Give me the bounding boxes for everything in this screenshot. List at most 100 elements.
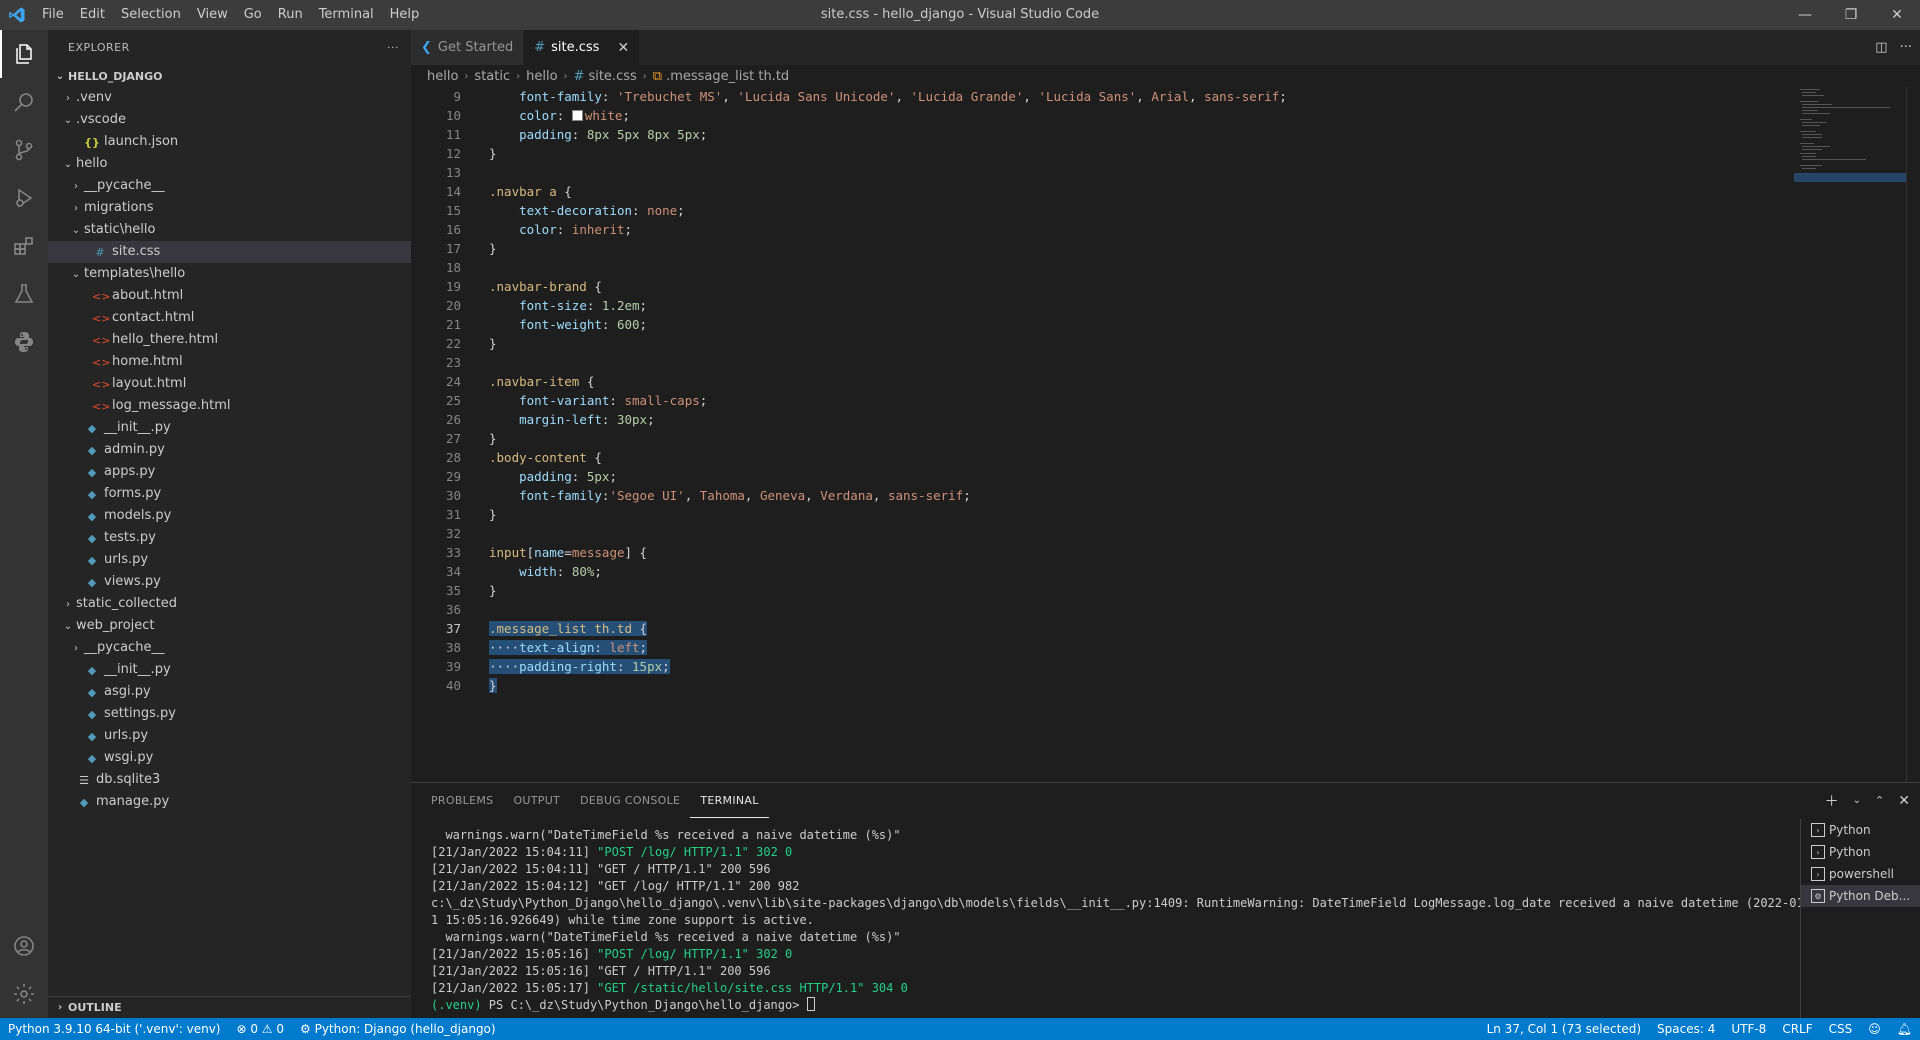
tree-file[interactable]: ◆ __init__.py <box>48 417 411 439</box>
tree-folder[interactable]: ⌄ templates\hello <box>48 263 411 285</box>
terminal-instance[interactable]: ⚙ Python Deb... <box>1801 885 1920 907</box>
tree-file[interactable]: ◆ manage.py <box>48 791 411 813</box>
close-window-icon[interactable]: ✕ <box>1874 0 1920 30</box>
notifications-bell-icon[interactable]: 🔔︎ <box>1889 1018 1920 1040</box>
menu-file[interactable]: File <box>34 0 72 30</box>
menu-terminal[interactable]: Terminal <box>311 0 382 30</box>
tree-file[interactable]: ◆ settings.py <box>48 703 411 725</box>
tree-file[interactable]: ◆ __init__.py <box>48 659 411 681</box>
tree-folder[interactable]: › __pycache__ <box>48 637 411 659</box>
vertical-scrollbar[interactable] <box>1906 87 1920 782</box>
menu-help[interactable]: Help <box>382 0 428 30</box>
run-debug-icon[interactable] <box>0 174 48 222</box>
tree-file[interactable]: <> contact.html <box>48 307 411 329</box>
maximize-panel-icon[interactable]: ⌃ <box>1875 794 1884 807</box>
terminal-line: warnings.warn("DateTimeField %s received… <box>431 929 1801 946</box>
outline-section[interactable]: › OUTLINE <box>48 996 411 1018</box>
tree-folder[interactable]: ⌄ static\hello <box>48 219 411 241</box>
tree-folder[interactable]: ⌄ .vscode <box>48 109 411 131</box>
tree-file[interactable]: ◆ admin.py <box>48 439 411 461</box>
source-control-icon[interactable] <box>0 126 48 174</box>
tree-file[interactable]: ◆ apps.py <box>48 461 411 483</box>
tree-folder[interactable]: › .venv <box>48 87 411 109</box>
terminal-instance[interactable]: › powershell <box>1801 863 1920 885</box>
restore-icon[interactable]: ❐ <box>1828 0 1874 30</box>
tab-site-css[interactable]: # site.css ✕ <box>524 30 641 65</box>
tree-file[interactable]: ◆ forms.py <box>48 483 411 505</box>
more-actions-icon[interactable]: ··· <box>387 41 399 54</box>
tree-folder[interactable]: › __pycache__ <box>48 175 411 197</box>
minimize-icon[interactable]: — <box>1782 0 1828 30</box>
python-icon[interactable] <box>0 318 48 366</box>
tab-get-started[interactable]: ❮ Get Started <box>411 30 525 65</box>
tree-file[interactable]: <> layout.html <box>48 373 411 395</box>
tree-file[interactable]: <> hello_there.html <box>48 329 411 351</box>
tab-debug-console[interactable]: DEBUG CONSOLE <box>570 783 690 818</box>
terminal-output[interactable]: warnings.warn("DateTimeField %s received… <box>431 827 1801 1014</box>
color-swatch-icon[interactable] <box>571 110 583 121</box>
minimap[interactable] <box>1794 87 1906 237</box>
debug-config[interactable]: ⚙ Python: Django (hello_django) <box>292 1018 504 1040</box>
tab-terminal[interactable]: TERMINAL <box>690 783 769 818</box>
settings-gear-icon[interactable] <box>0 970 48 1018</box>
code-line: 36 <box>411 600 1791 619</box>
language-mode[interactable]: CSS <box>1821 1018 1861 1040</box>
tree-file[interactable]: ◆ views.py <box>48 571 411 593</box>
tree-folder[interactable]: ⌄ web_project <box>48 615 411 637</box>
tree-folder[interactable]: ⌄ hello <box>48 153 411 175</box>
chevron-down-icon[interactable]: ⌄ <box>1853 795 1861 806</box>
tree-file[interactable]: ☰ db.sqlite3 <box>48 769 411 791</box>
indentation[interactable]: Spaces: 4 <box>1649 1018 1723 1040</box>
tab-output[interactable]: OUTPUT <box>503 783 570 818</box>
menu-view[interactable]: View <box>189 0 236 30</box>
tab-problems[interactable]: PROBLEMS <box>421 783 503 818</box>
tree-folder[interactable]: › migrations <box>48 197 411 219</box>
close-panel-icon[interactable]: ✕ <box>1898 793 1910 809</box>
terminal-instance[interactable]: › Python <box>1801 819 1920 841</box>
terminal-instance[interactable]: › Python <box>1801 841 1920 863</box>
python-interpreter[interactable]: Python 3.9.10 64-bit ('.venv': venv) <box>0 1018 228 1040</box>
tree-file[interactable]: # site.css <box>48 241 411 263</box>
breadcrumb-item[interactable]: static <box>474 69 510 84</box>
split-editor-icon[interactable]: ◫ <box>1875 40 1887 55</box>
tree-folder[interactable]: › static_collected <box>48 593 411 615</box>
more-actions-icon[interactable]: ··· <box>1900 40 1912 55</box>
extensions-icon[interactable] <box>0 222 48 270</box>
menu-run[interactable]: Run <box>270 0 311 30</box>
end-of-line[interactable]: CRLF <box>1774 1018 1820 1040</box>
tree-file[interactable]: ◆ asgi.py <box>48 681 411 703</box>
code-token: ···· <box>489 659 520 674</box>
cursor-position[interactable]: Ln 37, Col 1 (73 selected) <box>1479 1018 1649 1040</box>
tree-file[interactable]: ◆ wsgi.py <box>48 747 411 769</box>
problems-count[interactable]: ⊗ 0 ⚠ 0 <box>228 1018 292 1040</box>
python-file-icon: ◆ <box>87 509 97 523</box>
tree-file[interactable]: ◆ tests.py <box>48 527 411 549</box>
code-editor[interactable]: 9 font-family: 'Trebuchet MS', 'Lucida S… <box>411 87 1791 782</box>
breadcrumb-item[interactable]: hello <box>427 69 458 84</box>
encoding[interactable]: UTF-8 <box>1723 1018 1774 1040</box>
new-terminal-icon[interactable]: ＋ <box>1825 791 1839 811</box>
tree-file[interactable]: ◆ urls.py <box>48 725 411 747</box>
menu-go[interactable]: Go <box>236 0 270 30</box>
html-icon: <> <box>92 355 111 369</box>
feedback-icon[interactable]: ☺ <box>1860 1018 1889 1040</box>
tree-file[interactable]: ◆ models.py <box>48 505 411 527</box>
tree-file[interactable]: <> log_message.html <box>48 395 411 417</box>
tree-file[interactable]: ◆ urls.py <box>48 549 411 571</box>
chevron-right-icon: › <box>563 70 568 82</box>
explorer-icon[interactable] <box>0 30 48 78</box>
tree-file[interactable]: <> about.html <box>48 285 411 307</box>
accounts-icon[interactable] <box>0 922 48 970</box>
breadcrumb-item[interactable]: site.css <box>588 69 636 84</box>
menu-edit[interactable]: Edit <box>72 0 113 30</box>
tree-file[interactable]: {} launch.json <box>48 131 411 153</box>
search-icon[interactable] <box>0 78 48 126</box>
breadcrumb-item[interactable]: hello <box>526 69 557 84</box>
testing-flask-icon[interactable] <box>0 270 48 318</box>
menu-selection[interactable]: Selection <box>113 0 189 30</box>
breadcrumb-item[interactable]: .message_list th.td <box>666 69 789 84</box>
workspace-root[interactable]: ⌄ HELLO_DJANGO <box>48 65 411 87</box>
tree-file[interactable]: <> home.html <box>48 351 411 373</box>
close-tab-icon[interactable]: ✕ <box>617 40 629 56</box>
tree-item-label: forms.py <box>104 486 162 501</box>
